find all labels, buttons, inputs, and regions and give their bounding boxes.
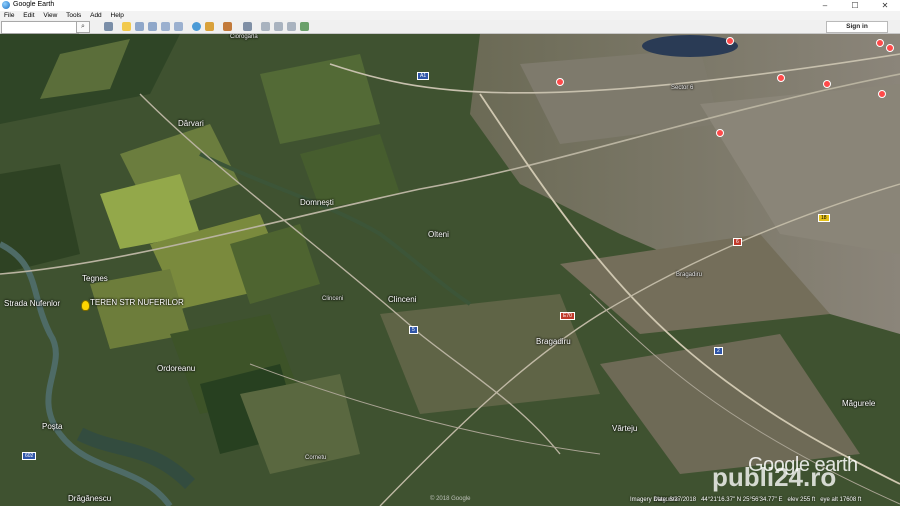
menu-file[interactable]: File (4, 12, 14, 19)
map-label-draganescu[interactable]: Drăgănescu (68, 494, 111, 503)
place-pin-icon[interactable] (716, 129, 724, 137)
place-pin-icon[interactable] (823, 80, 831, 88)
menu-help[interactable]: Help (111, 12, 124, 19)
menu-view[interactable]: View (43, 12, 57, 19)
publi24-watermark: publi24.ro (712, 462, 837, 492)
place-pin-icon[interactable] (878, 90, 886, 98)
window-title: Google Earth (13, 1, 55, 8)
place-pin-icon[interactable] (777, 74, 785, 82)
polygon-icon[interactable] (135, 22, 144, 31)
map-label-magurele[interactable]: Măgurele (842, 399, 875, 408)
search-icon: ⌕ (81, 23, 85, 30)
eye-altitude: eye alt 17608 ft (820, 497, 862, 503)
road-shield-dn5: 5 (409, 326, 418, 334)
placemark-icon[interactable] (122, 22, 131, 31)
status-bar: Imagery Date: 8/27/2018 44°21'16.37" N 2… (630, 497, 861, 503)
road-shield-e70: E70 (560, 312, 575, 320)
path-icon[interactable] (148, 22, 157, 31)
view-in-maps-icon[interactable] (300, 22, 309, 31)
map-copyright: © 2018 Google (430, 496, 471, 502)
maximize-button[interactable]: ☐ (840, 0, 870, 11)
map-label-bragadiru[interactable]: Bragadiru (536, 337, 571, 346)
map-label-sector6[interactable]: Sector 6 (671, 85, 693, 91)
map-label-cioragarla[interactable]: Ciorogârla (230, 34, 258, 40)
map-label-clinceni-2[interactable]: Clinceni (388, 295, 416, 304)
menu-bar: File Edit View Tools Add Help (0, 11, 900, 20)
map-label-posta[interactable]: Poșta (42, 422, 62, 431)
place-pin-icon[interactable] (726, 37, 734, 45)
sunlight-icon[interactable] (205, 22, 214, 31)
place-pin-icon[interactable] (876, 39, 884, 47)
email-icon[interactable] (261, 22, 270, 31)
map-label-varteju[interactable]: Vârteju (612, 424, 637, 433)
menu-add[interactable]: Add (90, 12, 102, 19)
map-label-domnesti[interactable]: Domnești (300, 198, 334, 207)
toolbar: ⌕ Sign in (0, 20, 900, 34)
map-label-cornetu[interactable]: Cornetu (305, 455, 326, 461)
minimize-button[interactable]: – (810, 0, 840, 11)
map-view[interactable]: Ciorogârla Dârvari Domnești Olteni Clinc… (0, 34, 900, 506)
map-label-bragadiru-2[interactable]: Bragadiru (676, 272, 702, 278)
road-shield-18: 18 (818, 214, 830, 222)
place-pin-icon[interactable] (886, 44, 894, 52)
record-tour-icon[interactable] (174, 22, 183, 31)
imagery-date: Imagery Date: 8/27/2018 (630, 497, 697, 503)
road-shield-6: 6 (733, 238, 742, 246)
print-icon[interactable] (274, 22, 283, 31)
road-shield-a1: A1 (417, 72, 430, 80)
elevation: elev 255 ft (787, 497, 816, 503)
window-controls: – ☐ ✕ (810, 0, 900, 11)
planets-icon[interactable] (223, 22, 232, 31)
coordinates: 44°21'16.37" N 25°56'34.77" E (701, 497, 783, 503)
menu-edit[interactable]: Edit (23, 12, 34, 19)
map-label-ordoreanu[interactable]: Ordoreanu (157, 364, 195, 373)
map-label-tegnes[interactable]: Tegnes (82, 274, 108, 283)
image-overlay-icon[interactable] (161, 22, 170, 31)
map-label-strada[interactable]: Strada Nufenlor (4, 299, 60, 308)
map-label-clinceni-1[interactable]: Clinceni (322, 296, 343, 302)
map-label-teren[interactable]: TEREN STR NUFERILOR (90, 298, 184, 307)
search-input[interactable] (1, 21, 79, 34)
close-button[interactable]: ✕ (870, 0, 900, 11)
menu-tools[interactable]: Tools (66, 12, 81, 19)
road-shield-602: 602 (22, 452, 37, 460)
google-earth-app-icon (2, 1, 10, 9)
place-pin-icon[interactable] (556, 78, 564, 86)
highlight-pin-icon[interactable] (81, 300, 90, 311)
map-label-olteni[interactable]: Olteni (428, 230, 449, 239)
sign-in-button[interactable]: Sign in (826, 21, 888, 33)
save-image-icon[interactable] (287, 22, 296, 31)
map-label-darvari[interactable]: Dârvari (178, 119, 204, 128)
sidebar-toggle-icon[interactable] (104, 22, 113, 31)
search-button[interactable]: ⌕ (76, 21, 90, 33)
historical-imagery-icon[interactable] (192, 22, 201, 31)
road-shield-2: 2 (714, 347, 723, 355)
ruler-icon[interactable] (243, 22, 252, 31)
satellite-imagery (0, 34, 900, 506)
